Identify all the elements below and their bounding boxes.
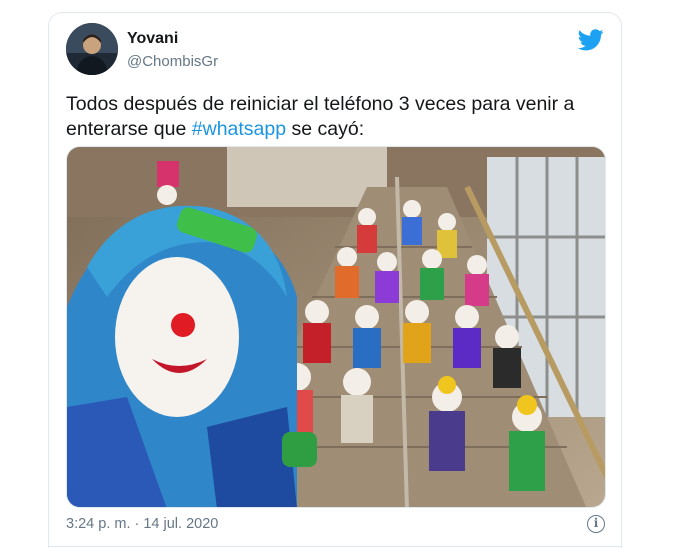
author-name[interactable]: Yovani bbox=[127, 30, 178, 48]
divider bbox=[49, 546, 621, 547]
tweet-timestamp[interactable]: 3:24 p. m. · 14 jul. 2020 bbox=[66, 516, 218, 532]
tweet-text: Todos después de reiniciar el teléfono 3… bbox=[66, 92, 606, 142]
twitter-bird-icon[interactable] bbox=[578, 29, 604, 51]
author-handle[interactable]: @ChombisGr bbox=[127, 53, 218, 70]
tweet-photo[interactable] bbox=[66, 146, 606, 508]
tweet-card[interactable]: Yovani @ChombisGr Todos después de reini… bbox=[48, 12, 622, 548]
hashtag-link[interactable]: #whatsapp bbox=[192, 118, 286, 140]
info-icon[interactable]: i bbox=[587, 515, 605, 533]
avatar[interactable] bbox=[66, 23, 118, 75]
tweet-text-end: se cayó: bbox=[286, 118, 365, 140]
